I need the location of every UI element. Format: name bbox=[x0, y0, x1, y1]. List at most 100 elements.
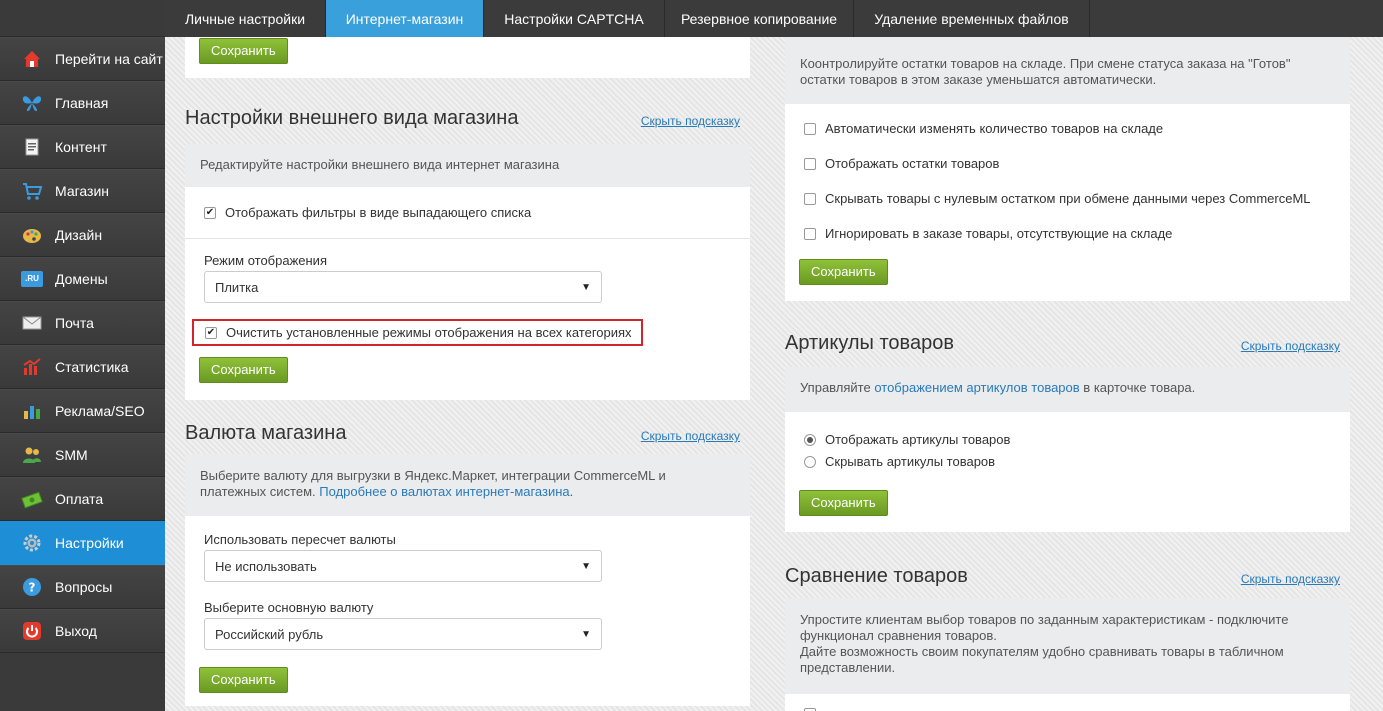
chevron-down-icon: ▼ bbox=[581, 281, 591, 293]
sidebar-item-payment[interactable]: Оплата bbox=[0, 477, 165, 521]
save-button[interactable]: Сохранить bbox=[199, 357, 288, 383]
sidebar-item-go-to-site[interactable]: Перейти на сайт bbox=[0, 37, 165, 81]
sidebar-item-content[interactable]: Контент bbox=[0, 125, 165, 169]
stock-option-hide-zero[interactable]: Скрывать товары с нулевым остатком при о… bbox=[804, 191, 1311, 206]
people-icon bbox=[20, 443, 44, 467]
save-button[interactable]: Сохранить bbox=[799, 259, 888, 285]
save-button[interactable]: Сохранить bbox=[199, 667, 288, 693]
butterfly-icon bbox=[20, 91, 44, 115]
articles-show-radio[interactable] bbox=[804, 433, 816, 446]
articles-hide-option[interactable]: Скрывать артикулы товаров bbox=[804, 454, 995, 469]
currency-hide-hint-link[interactable]: Скрыть подсказку bbox=[641, 429, 740, 443]
stock-panel: Автоматически изменять количество товаро… bbox=[785, 104, 1350, 301]
checkbox[interactable] bbox=[804, 157, 816, 170]
money-icon bbox=[20, 487, 44, 511]
palette-icon bbox=[20, 223, 44, 247]
main-currency-label: Выберите основную валюту bbox=[204, 600, 374, 615]
stock-option-label: Скрывать товары с нулевым остатком при о… bbox=[825, 191, 1311, 206]
articles-hide-hint-link[interactable]: Скрыть подсказку bbox=[1241, 339, 1340, 353]
compare-title: Сравнение товаров bbox=[785, 565, 968, 587]
power-icon bbox=[20, 619, 44, 643]
compare-hint: Упростите клиентам выбор товаров по зада… bbox=[785, 598, 1350, 694]
save-button[interactable]: Сохранить bbox=[199, 38, 288, 64]
stock-option-label: Автоматически изменять количество товаро… bbox=[825, 121, 1164, 136]
stock-option-auto-change[interactable]: Автоматически изменять количество товаро… bbox=[804, 121, 1163, 136]
filters-dropdown-label: Отображать фильтры в виде выпадающего сп… bbox=[225, 205, 532, 220]
sidebar-item-design[interactable]: Дизайн bbox=[0, 213, 165, 257]
tab-backup[interactable]: Резервное копирование bbox=[665, 0, 854, 37]
sidebar: Перейти на сайт Главная Контент Магазин … bbox=[0, 0, 165, 711]
stock-hint-line: Коонтролируйте остатки товаров на складе… bbox=[800, 56, 1291, 71]
chart-icon bbox=[20, 355, 44, 379]
articles-display-link[interactable]: отображением артикулов товаров bbox=[874, 380, 1079, 395]
svg-text:?: ? bbox=[29, 581, 36, 595]
tab-captcha-settings[interactable]: Настройки CAPTCHA bbox=[484, 0, 665, 37]
recalc-label: Использовать пересчет валюты bbox=[204, 532, 396, 547]
sidebar-item-ads-seo[interactable]: Реклама/SEO bbox=[0, 389, 165, 433]
articles-hide-label: Скрывать артикулы товаров bbox=[825, 454, 996, 469]
currency-more-link[interactable]: Подробнее о валютах интернет-магазина bbox=[319, 484, 569, 499]
sidebar-item-label: Дизайн bbox=[55, 227, 103, 243]
bars-icon bbox=[20, 399, 44, 423]
clear-modes-option[interactable]: ✔ Очистить установленные режимы отображе… bbox=[205, 325, 632, 340]
articles-header: Артикулы товаров Скрыть подсказку bbox=[785, 301, 1350, 367]
compare-hint-line: Дайте возможность своим покупателям удоб… bbox=[800, 644, 1284, 659]
sidebar-item-label: Главная bbox=[55, 95, 109, 111]
left-column: Сохранить Настройки внешнего вида магази… bbox=[185, 37, 750, 706]
tab-delete-temp-files[interactable]: Удаление временных файлов bbox=[854, 0, 1090, 37]
main-currency-select[interactable]: Российский рубль ▼ bbox=[204, 618, 602, 650]
display-mode-select[interactable]: Плитка ▼ bbox=[204, 271, 602, 303]
sidebar-item-logout[interactable]: Выход bbox=[0, 609, 165, 653]
appearance-hide-hint-link[interactable]: Скрыть подсказку bbox=[641, 114, 740, 128]
sidebar-item-domains[interactable]: .RU Домены bbox=[0, 257, 165, 301]
sidebar-item-questions[interactable]: ? Вопросы bbox=[0, 565, 165, 609]
articles-hide-radio[interactable] bbox=[804, 455, 816, 468]
articles-hint-text: в карточке товара. bbox=[1079, 380, 1196, 395]
checkbox[interactable] bbox=[804, 192, 816, 205]
sidebar-item-label: Контент bbox=[55, 139, 107, 155]
recalc-select[interactable]: Не использовать ▼ bbox=[204, 550, 602, 582]
sidebar-item-smm[interactable]: SMM bbox=[0, 433, 165, 477]
sidebar-item-mail[interactable]: Почта bbox=[0, 301, 165, 345]
checkbox[interactable] bbox=[804, 122, 816, 135]
filters-dropdown-option[interactable]: ✔ Отображать фильтры в виде выпадающего … bbox=[204, 205, 531, 220]
stock-hint: Коонтролируйте остатки товаров на складе… bbox=[785, 37, 1350, 104]
compare-hide-hint-link[interactable]: Скрыть подсказку bbox=[1241, 572, 1340, 586]
currency-title: Валюта магазина bbox=[185, 422, 347, 444]
filters-dropdown-checkbox[interactable]: ✔ bbox=[204, 206, 216, 219]
compare-hint-line: Упростите клиентам выбор товаров по зада… bbox=[800, 612, 1289, 627]
sidebar-item-label: Настройки bbox=[55, 535, 124, 551]
articles-hint: Управляйте отображением артикулов товаро… bbox=[785, 367, 1350, 412]
clear-modes-checkbox[interactable]: ✔ bbox=[205, 326, 217, 339]
main-currency-value: Российский рубль bbox=[215, 626, 324, 642]
top-tabs: Личные настройки Интернет-магазин Настро… bbox=[165, 0, 1383, 37]
sidebar-item-label: Статистика bbox=[55, 359, 129, 375]
gear-icon bbox=[20, 531, 44, 555]
compare-panel bbox=[785, 694, 1350, 711]
sidebar-item-label: Домены bbox=[55, 271, 108, 287]
clear-modes-label: Очистить установленные режимы отображени… bbox=[226, 325, 632, 340]
currency-panel: Использовать пересчет валюты Не использо… bbox=[185, 516, 750, 706]
currency-header: Валюта магазина Скрыть подсказку bbox=[185, 400, 750, 454]
domain-badge: .RU bbox=[21, 271, 43, 287]
tab-personal-settings[interactable]: Личные настройки bbox=[165, 0, 326, 37]
checkbox[interactable] bbox=[804, 227, 816, 240]
compare-hint-line: представлении. bbox=[800, 660, 896, 675]
sidebar-item-main[interactable]: Главная bbox=[0, 81, 165, 125]
clear-modes-highlight: ✔ Очистить установленные режимы отображе… bbox=[192, 319, 643, 346]
sidebar-item-shop[interactable]: Магазин bbox=[0, 169, 165, 213]
sidebar-item-settings[interactable]: Настройки bbox=[0, 521, 165, 565]
articles-show-option[interactable]: Отображать артикулы товаров bbox=[804, 432, 1010, 447]
sidebar-item-label: Выход bbox=[55, 623, 97, 639]
display-mode-label: Режим отображения bbox=[204, 253, 327, 268]
tab-online-store[interactable]: Интернет-магазин bbox=[326, 0, 484, 37]
stock-option-show-remains[interactable]: Отображать остатки товаров bbox=[804, 156, 999, 171]
stock-option-ignore-missing[interactable]: Игнорировать в заказе товары, отсутствую… bbox=[804, 226, 1172, 241]
question-icon: ? bbox=[20, 575, 44, 599]
save-button[interactable]: Сохранить bbox=[799, 490, 888, 516]
articles-panel: Отображать артикулы товаров Скрывать арт… bbox=[785, 412, 1350, 532]
sidebar-item-label: SMM bbox=[55, 447, 88, 463]
compare-hint-line: функционал сравнения товаров. bbox=[800, 628, 997, 643]
sidebar-item-statistics[interactable]: Статистика bbox=[0, 345, 165, 389]
sidebar-item-label: Перейти на сайт bbox=[55, 51, 163, 67]
